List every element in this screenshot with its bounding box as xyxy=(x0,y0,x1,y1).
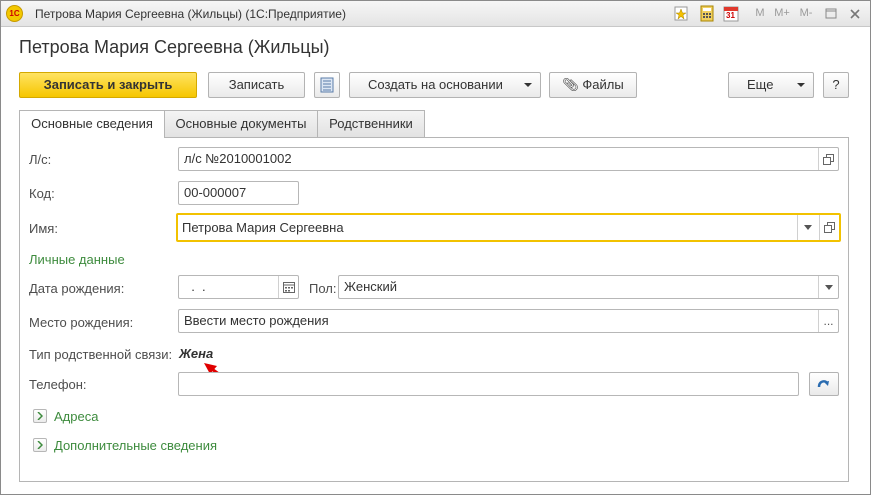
additional-expand-toggle[interactable] xyxy=(33,438,47,452)
app-window: 1С Петрова Мария Сергеевна (Жильцы) (1С:… xyxy=(0,0,871,495)
memory-plus-button[interactable]: M+ xyxy=(771,5,793,22)
birthdate-label: Дата рождения: xyxy=(29,281,125,296)
page-title: Петрова Мария Сергеевна (Жильцы) xyxy=(19,37,330,57)
more-button[interactable]: Еще xyxy=(728,72,814,98)
app-logo-icon: 1С xyxy=(6,5,23,22)
addresses-group-label[interactable]: Адреса xyxy=(54,409,98,424)
dropdown-icon[interactable] xyxy=(797,215,817,240)
create-based-on-button[interactable]: Создать на основании xyxy=(349,72,541,98)
create-based-on-label: Создать на основании xyxy=(368,77,503,92)
phone-action-button[interactable] xyxy=(809,372,839,396)
memory-button[interactable]: M xyxy=(753,5,767,22)
chevron-right-icon xyxy=(37,412,43,420)
more-label: Еще xyxy=(747,77,774,92)
files-button[interactable]: 📎︎ Файлы xyxy=(549,72,637,98)
name-label: Имя: xyxy=(29,221,58,236)
chevron-down-icon xyxy=(797,83,805,87)
tab-main-info[interactable]: Основные сведения xyxy=(19,110,165,138)
open-icon[interactable] xyxy=(819,215,839,240)
birthdate-field[interactable]: . . xyxy=(178,275,299,299)
bookmark-icon[interactable] xyxy=(673,5,689,22)
phone-field[interactable] xyxy=(178,372,799,396)
calendar-icon[interactable]: 31 xyxy=(723,5,739,22)
birthplace-label: Место рождения: xyxy=(29,315,134,330)
tab-main-documents[interactable]: Основные документы xyxy=(164,110,318,137)
account-value: л/с №2010001002 xyxy=(184,151,292,166)
memory-minus-button[interactable]: M- xyxy=(797,5,815,22)
code-label: Код: xyxy=(29,186,55,201)
gender-value: Женский xyxy=(344,279,397,294)
title-bar: 1С Петрова Мария Сергеевна (Жильцы) (1С:… xyxy=(1,1,870,27)
account-field[interactable]: л/с №2010001002 xyxy=(178,147,839,171)
close-icon[interactable] xyxy=(847,5,863,22)
name-value: Петрова Мария Сергеевна xyxy=(182,220,344,235)
save-button[interactable]: Записать xyxy=(208,72,305,98)
relation-label: Тип родственной связи: xyxy=(29,347,173,362)
code-field[interactable]: 00-000007 xyxy=(178,181,299,205)
help-button[interactable]: ? xyxy=(823,72,849,98)
list-view-button[interactable] xyxy=(314,72,340,98)
additional-group-label[interactable]: Дополнительные сведения xyxy=(54,438,217,453)
tab-relatives[interactable]: Родственники xyxy=(317,110,425,137)
window-title: Петрова Мария Сергеевна (Жильцы) (1С:Пре… xyxy=(35,7,346,21)
open-icon[interactable] xyxy=(818,148,838,170)
document-list-icon xyxy=(320,77,334,96)
birthdate-value: . . xyxy=(184,279,206,294)
addresses-expand-toggle[interactable] xyxy=(33,409,47,423)
restore-icon[interactable] xyxy=(823,5,839,22)
redirect-arrow-icon xyxy=(817,379,831,394)
birthplace-field[interactable]: Ввести место рождения ... xyxy=(178,309,839,333)
gender-label: Пол: xyxy=(309,281,337,296)
gender-select[interactable]: Женский xyxy=(338,275,839,299)
account-label: Л/с: xyxy=(29,152,52,167)
chevron-right-icon xyxy=(37,441,43,449)
personal-data-header: Личные данные xyxy=(29,252,125,267)
phone-label: Телефон: xyxy=(29,377,87,392)
calendar-day-label: 31 xyxy=(726,11,735,20)
ellipsis-icon[interactable]: ... xyxy=(818,310,838,332)
calculator-icon[interactable] xyxy=(699,5,715,22)
dropdown-icon[interactable] xyxy=(818,276,838,298)
calendar-picker-icon[interactable] xyxy=(278,276,298,298)
files-label: Файлы xyxy=(582,77,624,92)
birthplace-placeholder: Ввести место рождения xyxy=(184,313,329,328)
chevron-down-icon xyxy=(524,83,532,87)
save-and-close-button[interactable]: Записать и закрыть xyxy=(19,72,197,98)
paperclip-icon: 📎︎ xyxy=(562,77,579,92)
name-field[interactable]: Петрова Мария Сергеевна xyxy=(176,213,841,242)
